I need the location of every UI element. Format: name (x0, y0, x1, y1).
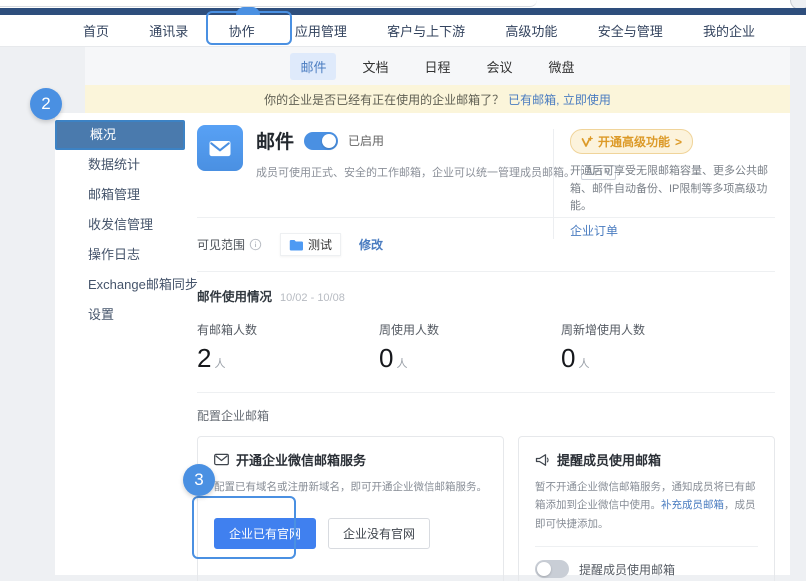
stat-value: 0 (561, 343, 575, 374)
tab-mail[interactable]: 邮件 (290, 53, 336, 80)
premium-panel: 开通高级功能 > 开通后可享受无限邮箱容量、更多公共邮箱、邮件自动备份、IP限制… (553, 129, 775, 239)
remind-card-description: 暂不开通企业微信邮箱服务，通知成员将已有邮箱添加到企业微信中使用。补充成员邮箱，… (535, 478, 758, 533)
visibility-edit-link[interactable]: 修改 (359, 236, 383, 253)
visibility-scope-name: 测试 (308, 236, 332, 253)
admin-console-page: 首页 通讯录 协作 应用管理 客户与上下游 高级功能 安全与管理 我的企业 邮件… (0, 0, 806, 581)
browser-tab-edge (0, 0, 537, 7)
nav-item-my-company[interactable]: 我的企业 (703, 21, 755, 40)
remind-card-title: 提醒成员使用邮箱 (557, 450, 661, 469)
content-card: 邮件 文档 日程 会议 微盘 你的企业是否已经有正在使用的企业邮箱了？ 已有邮箱… (55, 47, 790, 575)
activate-mailbox-card: 开通企业微信邮箱服务 配置已有域名或注册新域名，即可开通企业微信邮箱服务。 企业… (197, 436, 504, 581)
toggle-state-label: 已启用 (348, 132, 384, 149)
info-icon[interactable] (249, 238, 262, 251)
nav-item-advanced[interactable]: 高级功能 (505, 21, 557, 40)
activate-card-header: 开通企业微信邮箱服务 (214, 450, 487, 469)
visibility-label: 可见范围 (197, 236, 245, 253)
stat-weekly-new: 周新增使用人数 0 人 (561, 321, 743, 374)
stat-unit: 人 (396, 355, 407, 371)
envelope-outline-icon (214, 453, 229, 466)
notice-action-link[interactable]: 已有邮箱, 立即使用 (508, 91, 611, 108)
enterprise-order-link[interactable]: 企业订单 (570, 222, 618, 239)
visibility-label-group: 可见范围 (197, 236, 262, 253)
stat-label: 有邮箱人数 (197, 321, 379, 338)
sidebar-item-logs[interactable]: 操作日志 (55, 240, 185, 270)
stat-unit: 人 (214, 355, 225, 371)
stat-value: 2 (197, 343, 211, 374)
envelope-icon (206, 134, 234, 162)
sidebar-item-mailbox-mgmt[interactable]: 邮箱管理 (55, 180, 185, 210)
activate-card-title: 开通企业微信邮箱服务 (236, 450, 366, 469)
activate-card-buttons: 企业已有官网 企业没有官网 (214, 518, 487, 549)
sidebar-item-exchange-sync[interactable]: Exchange邮箱同步 (55, 270, 185, 300)
configure-cards-row: 开通企业微信邮箱服务 配置已有域名或注册新域名，即可开通企业微信邮箱服务。 企业… (197, 436, 775, 581)
tab-calendar[interactable]: 日程 (414, 53, 460, 80)
premium-button-label: 开通高级功能 (598, 133, 670, 150)
notice-question: 你的企业是否已经有正在使用的企业邮箱了？ (264, 91, 504, 108)
configure-section: 配置企业邮箱 开通企业微信邮箱服务 配置已有域名或注册新域名 (197, 393, 775, 581)
megaphone-icon (535, 453, 550, 467)
remind-card-header: 提醒成员使用邮箱 (535, 450, 758, 469)
premium-button-arrow: > (675, 135, 682, 149)
nav-item-home[interactable]: 首页 (83, 21, 109, 40)
mail-enabled-toggle[interactable] (304, 132, 338, 150)
nav-item-security[interactable]: 安全与管理 (598, 21, 663, 40)
tab-docs[interactable]: 文档 (352, 53, 398, 80)
app-title: 邮件 (256, 127, 294, 154)
body: 概况 数据统计 邮箱管理 收发信管理 操作日志 Exchange邮箱同步 设置 (55, 113, 790, 575)
sidebar-item-statistics[interactable]: 数据统计 (55, 150, 185, 180)
sidebar-item-settings[interactable]: 设置 (55, 300, 185, 330)
stat-value: 0 (379, 343, 393, 374)
stat-label: 周使用人数 (379, 321, 561, 338)
usage-section: 邮件使用情况 10/02 - 10/08 有邮箱人数 2 人 周使用人数 (197, 272, 775, 392)
tab-drive[interactable]: 微盘 (539, 53, 585, 80)
primary-nav: 首页 通讯录 协作 应用管理 客户与上下游 高级功能 安全与管理 我的企业 (0, 15, 806, 47)
app-header: 邮件 已启用 成员可使用正式、安全的工作邮箱，企业可以统一管理成员邮箱。 API… (197, 125, 775, 217)
app-header-left: 邮件 已启用 成员可使用正式、安全的工作邮箱，企业可以统一管理成员邮箱。 API… (197, 125, 535, 180)
configure-section-label: 配置企业邮箱 (197, 407, 775, 424)
has-website-button[interactable]: 企业已有官网 (214, 518, 316, 549)
remind-toggle-label: 提醒成员使用邮箱 (579, 561, 675, 578)
activate-card-description: 配置已有域名或注册新域名，即可开通企业微信邮箱服务。 (214, 478, 487, 496)
sidebar-item-send-receive[interactable]: 收发信管理 (55, 210, 185, 240)
subtab-row: 邮件 文档 日程 会议 微盘 (85, 47, 790, 85)
usage-date-range: 10/02 - 10/08 (280, 292, 345, 304)
nav-item-apps[interactable]: 应用管理 (295, 21, 347, 40)
nav-item-collaboration[interactable]: 协作 (229, 21, 255, 40)
notice-banner: 你的企业是否已经有正在使用的企业邮箱了？ 已有邮箱, 立即使用 (85, 85, 790, 113)
top-navy-bar (0, 8, 806, 15)
nav-item-customers[interactable]: 客户与上下游 (387, 21, 465, 40)
stat-unit: 人 (578, 355, 589, 371)
nav-item-contacts[interactable]: 通讯录 (149, 21, 188, 40)
visibility-scope-chip: 测试 (280, 233, 341, 256)
upgrade-sparkle-icon (581, 136, 593, 148)
stat-mailbox-count: 有邮箱人数 2 人 (197, 321, 379, 374)
stat-weekly-active: 周使用人数 0 人 (379, 321, 561, 374)
sidebar: 概况 数据统计 邮箱管理 收发信管理 操作日志 Exchange邮箱同步 设置 (55, 113, 185, 575)
mail-app-icon (197, 125, 243, 171)
main-content: 邮件 已启用 成员可使用正式、安全的工作邮箱，企业可以统一管理成员邮箱。 API… (185, 113, 790, 575)
sidebar-item-overview[interactable]: 概况 (55, 120, 185, 150)
premium-upgrade-button[interactable]: 开通高级功能 > (570, 129, 693, 154)
remind-members-toggle[interactable] (535, 560, 569, 578)
usage-title: 邮件使用情况 (197, 286, 272, 305)
no-website-button[interactable]: 企业没有官网 (328, 518, 430, 549)
remind-toggle-row: 提醒成员使用邮箱 (535, 560, 758, 578)
divider (535, 546, 758, 547)
premium-description: 开通后可享受无限邮箱容量、更多公共邮箱、邮件自动备份、IP限制等多项高级功能。 (570, 163, 775, 216)
stats-row: 有邮箱人数 2 人 周使用人数 0 人 (197, 321, 775, 374)
tab-meeting[interactable]: 会议 (477, 53, 523, 80)
folder-icon (289, 239, 303, 251)
app-description: 成员可使用正式、安全的工作邮箱，企业可以统一管理成员邮箱。 (256, 164, 575, 180)
stat-label: 周新增使用人数 (561, 321, 743, 338)
remind-members-card: 提醒成员使用邮箱 暂不开通企业微信邮箱服务，通知成员将已有邮箱添加到企业微信中使… (518, 436, 775, 581)
usage-title-row: 邮件使用情况 10/02 - 10/08 (197, 286, 775, 305)
supplement-mailbox-link[interactable]: 补充成员邮箱 (661, 499, 724, 511)
